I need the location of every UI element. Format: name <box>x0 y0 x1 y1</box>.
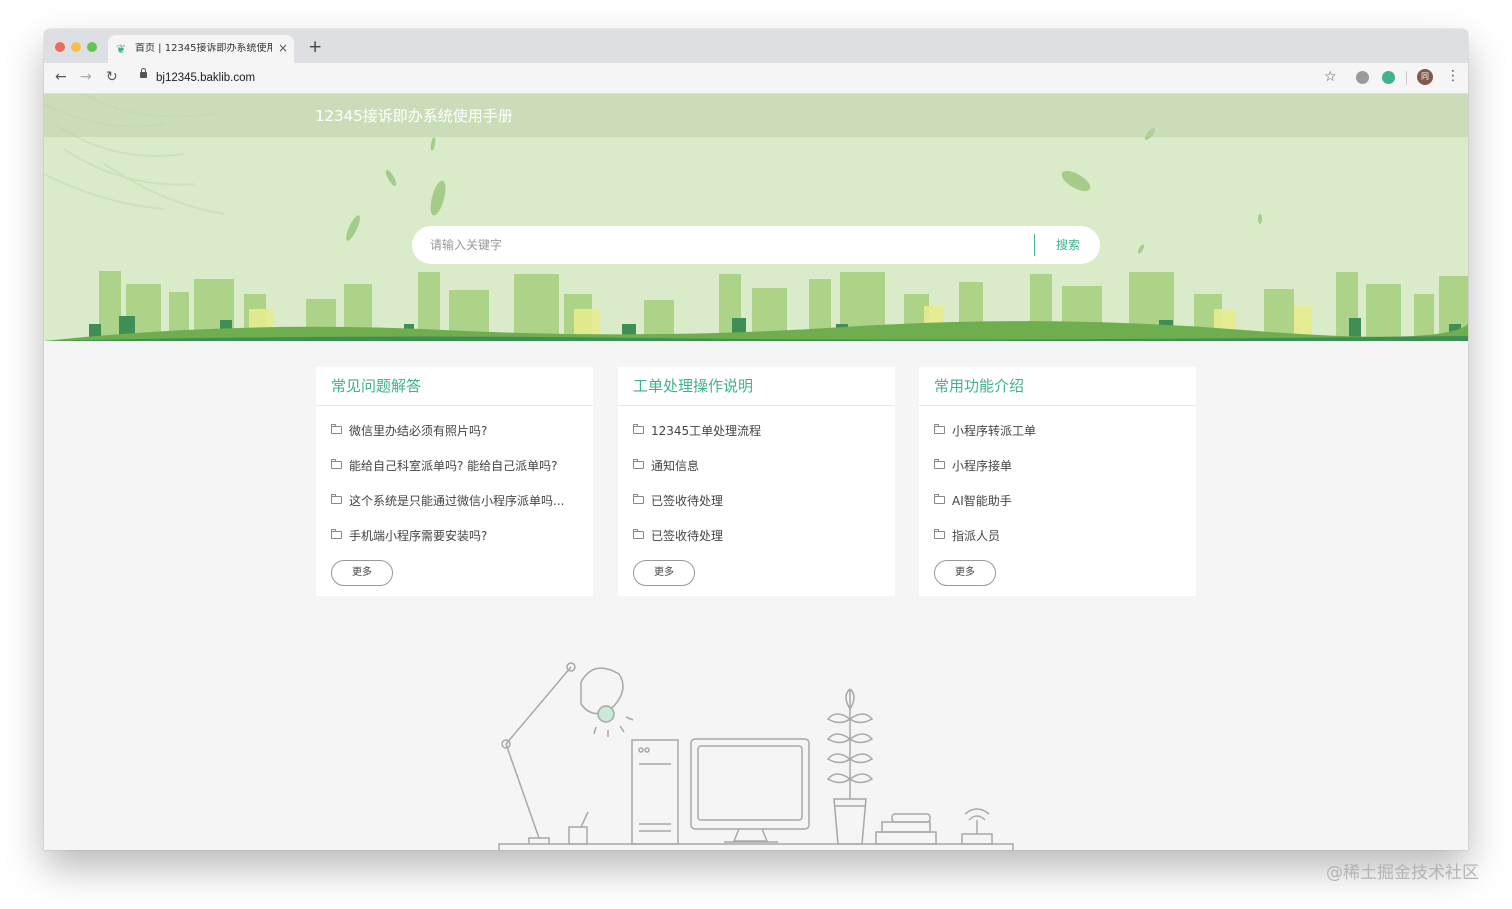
search-input[interactable] <box>430 234 1010 256</box>
folder-icon <box>633 494 644 504</box>
list-item-label: 手机端小程序需要安装吗? <box>349 529 488 543</box>
list-item-label: 通知信息 <box>651 459 700 473</box>
folder-icon <box>633 459 644 469</box>
search-divider <box>1034 234 1035 256</box>
page-content: 12345接诉即办系统使用手册 搜索 常见问题解答 微信里办结必须有照片吗? 能… <box>44 94 1468 850</box>
list-item[interactable]: 小程序转派工单 <box>934 422 1189 440</box>
search-button[interactable]: 搜索 <box>1046 235 1090 255</box>
more-button[interactable]: 更多 <box>331 560 393 586</box>
folder-icon <box>331 424 342 434</box>
star-icon[interactable]: ☆ <box>1324 69 1337 85</box>
list-item-label: 指派人员 <box>952 529 1001 543</box>
extension-check-icon[interactable] <box>1382 71 1395 84</box>
list-item-label: 已签收待处理 <box>651 529 724 543</box>
card-divider <box>618 405 895 406</box>
list-item[interactable]: 这个系统是只能通过微信小程序派单吗... <box>331 492 586 510</box>
reload-icon[interactable]: ↻ <box>106 69 118 85</box>
list-item[interactable]: 通知信息 <box>633 457 888 475</box>
folder-icon <box>331 459 342 469</box>
more-button[interactable]: 更多 <box>633 560 695 586</box>
list-item-label: 能给自己科室派单吗? 能给自己派单吗? <box>349 459 558 473</box>
list-item-label: 这个系统是只能通过微信小程序派单吗... <box>349 494 565 508</box>
close-window-button[interactable] <box>55 42 65 52</box>
back-icon[interactable]: ← <box>55 69 67 85</box>
list-item[interactable]: 微信里办结必须有照片吗? <box>331 422 586 440</box>
folder-icon <box>331 494 342 504</box>
list-item[interactable]: 小程序接单 <box>934 457 1189 475</box>
folder-icon <box>934 494 945 504</box>
list-item[interactable]: 手机端小程序需要安装吗? <box>331 527 586 545</box>
folder-icon <box>633 529 644 539</box>
active-tab[interactable]: ❦ 首页 | 12345接诉即办系统使用手 × <box>108 35 294 63</box>
list-item-label: 小程序转派工单 <box>952 424 1037 438</box>
folder-icon <box>934 459 945 469</box>
more-button[interactable]: 更多 <box>934 560 996 586</box>
tab-close-icon[interactable]: × <box>278 41 288 55</box>
folder-icon <box>633 424 644 434</box>
card-workorder-guide: 工单处理操作说明 12345工单处理流程 通知信息 已签收待处理 已签收待处理 … <box>618 367 895 596</box>
list-item[interactable]: AI智能助手 <box>934 492 1189 510</box>
folder-icon <box>331 529 342 539</box>
card-divider <box>316 405 593 406</box>
card-title[interactable]: 常见问题解答 <box>331 375 421 397</box>
address-bar[interactable]: bj12345.baklib.com <box>130 66 1348 90</box>
list-item[interactable]: 能给自己科室派单吗? 能给自己派单吗? <box>331 457 586 475</box>
lock-icon <box>140 68 147 78</box>
list-item[interactable]: 12345工单处理流程 <box>633 422 888 440</box>
card-divider <box>919 405 1196 406</box>
card-features: 常用功能介绍 小程序转派工单 小程序接单 AI智能助手 指派人员 更多 <box>919 367 1196 596</box>
url-text: bj12345.baklib.com <box>156 72 256 84</box>
toolbar-divider <box>1406 71 1407 85</box>
card-faq: 常见问题解答 微信里办结必须有照片吗? 能给自己科室派单吗? 能给自己派单吗? … <box>316 367 593 596</box>
profile-avatar[interactable]: 同 <box>1417 69 1433 85</box>
list-item-label: 小程序接单 <box>952 459 1013 473</box>
desk-illustration <box>498 662 1014 850</box>
folder-icon <box>934 529 945 539</box>
forward-icon[interactable]: → <box>80 69 92 85</box>
hero-header-bar <box>44 94 1468 137</box>
maximize-window-button[interactable] <box>87 42 97 52</box>
list-item-label: AI智能助手 <box>952 494 1012 508</box>
minimize-window-button[interactable] <box>71 42 81 52</box>
browser-toolbar: ← → ↻ bj12345.baklib.com ☆ 同 ⋮ <box>44 63 1468 94</box>
hero-banner: 12345接诉即办系统使用手册 搜索 <box>44 94 1468 341</box>
tab-title: 首页 | 12345接诉即办系统使用手 <box>135 43 272 54</box>
list-item-label: 12345工单处理流程 <box>651 424 762 438</box>
menu-icon[interactable]: ⋮ <box>1446 68 1460 84</box>
new-tab-button[interactable]: + <box>308 38 322 56</box>
list-item[interactable]: 指派人员 <box>934 527 1189 545</box>
folder-icon <box>934 424 945 434</box>
list-item[interactable]: 已签收待处理 <box>633 492 888 510</box>
card-title[interactable]: 工单处理操作说明 <box>633 375 753 397</box>
favicon-icon: ❦ <box>116 42 127 56</box>
search-box: 搜索 <box>412 226 1100 264</box>
card-title[interactable]: 常用功能介绍 <box>934 375 1024 397</box>
extension-icon[interactable] <box>1356 71 1369 84</box>
list-item[interactable]: 已签收待处理 <box>633 527 888 545</box>
watermark: @稀土掘金技术社区 <box>1326 863 1479 883</box>
browser-window: ❦ 首页 | 12345接诉即办系统使用手 × + ← → ↻ bj12345.… <box>44 29 1468 850</box>
list-item-label: 微信里办结必须有照片吗? <box>349 424 488 438</box>
list-item-label: 已签收待处理 <box>651 494 724 508</box>
site-title[interactable]: 12345接诉即办系统使用手册 <box>315 106 513 126</box>
title-bar: ❦ 首页 | 12345接诉即办系统使用手 × + <box>44 29 1468 63</box>
